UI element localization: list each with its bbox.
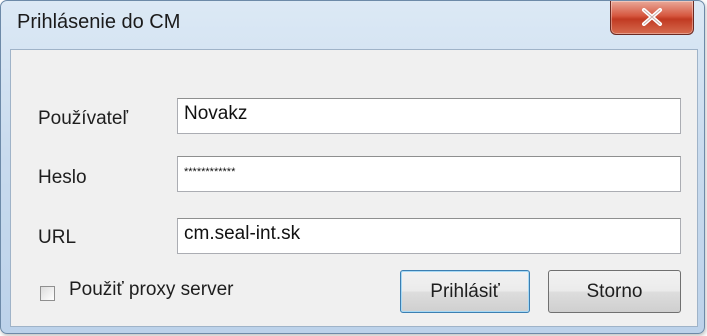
user-field[interactable]: Novakz: [177, 98, 681, 134]
proxy-checkbox-label[interactable]: Použiť proxy server: [69, 279, 233, 301]
title-bar[interactable]: Prihlásenie do CM: [1, 1, 704, 47]
dialog-client-area: Používateľ Novakz Heslo ************ URL…: [10, 49, 698, 327]
user-label: Používateľ: [38, 108, 129, 129]
cancel-button[interactable]: Storno: [548, 270, 681, 313]
password-label: Heslo: [38, 167, 87, 188]
login-button[interactable]: Prihlásiť: [400, 270, 530, 313]
proxy-checkbox[interactable]: [40, 286, 55, 301]
password-field[interactable]: ************: [177, 156, 681, 192]
dialog-title: Prihlásenie do CM: [17, 11, 181, 33]
url-label: URL: [38, 227, 77, 248]
close-icon: [642, 8, 662, 26]
url-field[interactable]: cm.seal-int.sk: [177, 218, 681, 254]
login-dialog: Prihlásenie do CM Používateľ Novakz Hesl…: [0, 0, 705, 334]
close-button[interactable]: [610, 1, 694, 35]
